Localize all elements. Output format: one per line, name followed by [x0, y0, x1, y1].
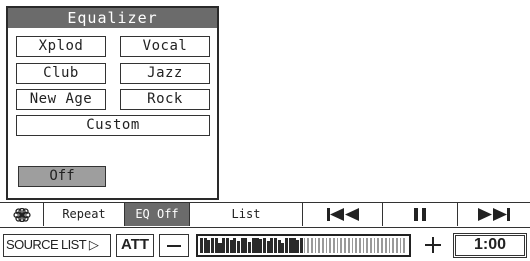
- volume-segment: [370, 238, 372, 253]
- eq-off-toggle[interactable]: EQ Off: [125, 203, 190, 226]
- volume-segment: [273, 238, 278, 253]
- preset-jazz-button[interactable]: Jazz: [120, 63, 210, 84]
- list-button[interactable]: List: [190, 203, 303, 226]
- volume-segment: [388, 238, 391, 253]
- preset-club-button[interactable]: Club: [16, 63, 106, 84]
- volume-segment: [299, 238, 303, 253]
- time-display: 1:00: [453, 233, 527, 258]
- volume-segment: [347, 238, 350, 253]
- volume-segment: [203, 238, 207, 253]
- volume-segment: [288, 238, 292, 253]
- next-track-button[interactable]: [458, 203, 530, 226]
- volume-down-button[interactable]: [159, 234, 189, 257]
- volume-segment: [251, 238, 255, 253]
- volume-segment: [340, 238, 343, 253]
- volume-segment: [333, 238, 335, 253]
- flower-icon: [0, 208, 43, 222]
- preset-rock-button[interactable]: Rock: [120, 89, 210, 110]
- volume-segment: [373, 238, 376, 253]
- volume-segment: [266, 241, 270, 253]
- volume-segment: [270, 238, 274, 253]
- volume-segment: [403, 238, 405, 253]
- volume-segment: [233, 238, 237, 253]
- volume-segment: [262, 238, 266, 253]
- volume-segment: [366, 238, 369, 253]
- source-list-button[interactable]: SOURCE LIST ▷: [3, 234, 111, 257]
- volume-segment: [303, 238, 306, 253]
- preset-vocal-button[interactable]: Vocal: [120, 36, 210, 57]
- equalizer-title: Equalizer: [8, 8, 217, 28]
- volume-segment: [314, 238, 317, 253]
- volume-segment: [211, 238, 215, 253]
- repeat-button[interactable]: Repeat: [44, 203, 125, 226]
- menu-button[interactable]: [0, 203, 44, 226]
- volume-segment: [310, 238, 313, 253]
- volume-segment: [307, 238, 309, 253]
- volume-segment: [384, 238, 387, 253]
- volume-segment: [244, 238, 248, 253]
- volume-segment: [259, 238, 263, 253]
- status-bar: SOURCE LIST ▷ ATT 1:00: [0, 232, 530, 261]
- volume-segment: [240, 238, 244, 253]
- volume-segment: [218, 242, 222, 253]
- volume-segment: [381, 238, 383, 253]
- att-button[interactable]: ATT: [116, 234, 154, 257]
- eq-off-button[interactable]: Off: [18, 166, 106, 187]
- volume-segment: [255, 238, 259, 253]
- volume-segment: [292, 238, 296, 253]
- volume-segment: [214, 238, 218, 253]
- preset-xplod-button[interactable]: Xplod: [16, 36, 106, 57]
- volume-segment: [325, 238, 328, 253]
- volume-segment: [336, 238, 339, 253]
- volume-segment: [344, 238, 346, 253]
- pause-button[interactable]: [383, 203, 458, 226]
- volume-segment: [281, 242, 285, 253]
- volume-segment: [329, 238, 332, 253]
- volume-segment: [395, 238, 398, 253]
- volume-segment: [355, 238, 357, 253]
- volume-segment: [358, 238, 361, 253]
- volume-segment: [229, 239, 233, 253]
- preset-custom-button[interactable]: Custom: [16, 115, 210, 136]
- volume-segment: [277, 239, 281, 253]
- volume-segment: [207, 240, 211, 253]
- volume-segment: [248, 241, 252, 253]
- volume-segment: [377, 238, 380, 253]
- volume-segment: [321, 238, 324, 253]
- volume-segment: [296, 240, 300, 253]
- volume-segment: [351, 238, 354, 253]
- volume-segment: [222, 238, 226, 253]
- volume-segment: [225, 238, 229, 253]
- volume-segment: [399, 238, 402, 253]
- volume-segment: [236, 241, 241, 253]
- preset-new-age-button[interactable]: New Age: [16, 89, 106, 110]
- pause-icon: [383, 208, 457, 221]
- volume-level-bars: [200, 238, 407, 253]
- volume-segment: [285, 238, 289, 253]
- equalizer-panel: Equalizer Xplod Vocal Club Jazz New Age …: [6, 6, 219, 200]
- head-unit-screen: Equalizer Xplod Vocal Club Jazz New Age …: [0, 0, 530, 261]
- volume-segment: [200, 238, 204, 253]
- control-bar: Repeat EQ Off List: [0, 202, 530, 228]
- volume-up-button[interactable]: [418, 234, 448, 257]
- volume-segment: [392, 238, 394, 253]
- skip-forward-icon: [458, 208, 530, 221]
- volume-segment: [362, 238, 365, 253]
- volume-segment: [318, 238, 320, 253]
- skip-back-icon: [303, 208, 382, 221]
- volume-slider[interactable]: [196, 234, 411, 257]
- previous-track-button[interactable]: [303, 203, 383, 226]
